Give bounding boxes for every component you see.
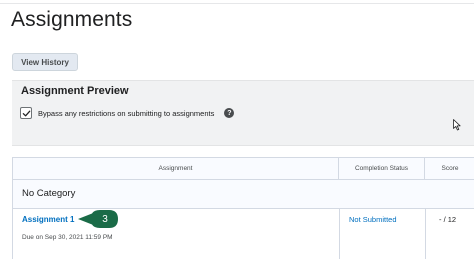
column-divider [425, 209, 426, 259]
top-divider [0, 3, 474, 4]
column-header-assignment[interactable]: Assignment [13, 158, 339, 180]
category-row: No Category [13, 180, 474, 209]
table-row: Assignment 1 3 Due on Sep 30, 2021 11:59… [13, 209, 474, 259]
category-label: No Category [22, 188, 76, 199]
column-header-score[interactable]: Score [425, 158, 474, 180]
bypass-restrictions-checkbox[interactable] [20, 107, 32, 119]
callout-number: 3 [102, 213, 108, 225]
help-icon[interactable]: ? [224, 108, 235, 118]
column-divider [339, 209, 340, 259]
assignment-preview-panel: Assignment Preview Bypass any restrictio… [12, 80, 474, 146]
mouse-cursor-icon [453, 119, 461, 131]
view-history-button[interactable]: View History [12, 53, 78, 71]
assignment-preview-title: Assignment Preview [21, 85, 129, 97]
bypass-restrictions-row: Bypass any restrictions on submitting to… [20, 106, 235, 120]
score-value: - / 12 [439, 215, 457, 224]
due-date-text: Due on Sep 30, 2021 11:59 PM [22, 234, 113, 241]
column-header-completion-status[interactable]: Completion Status [339, 158, 425, 180]
completion-status-link[interactable]: Not Submitted [349, 215, 397, 224]
bypass-restrictions-label: Bypass any restrictions on submitting to… [38, 108, 215, 118]
step-callout-badge: 3 [78, 210, 118, 228]
page-title: Assignments [11, 8, 133, 31]
checkmark-icon [22, 110, 30, 116]
assignments-table: Assignment Completion Status Score No Ca… [12, 157, 474, 259]
assignment-link[interactable]: Assignment 1 [22, 215, 74, 224]
